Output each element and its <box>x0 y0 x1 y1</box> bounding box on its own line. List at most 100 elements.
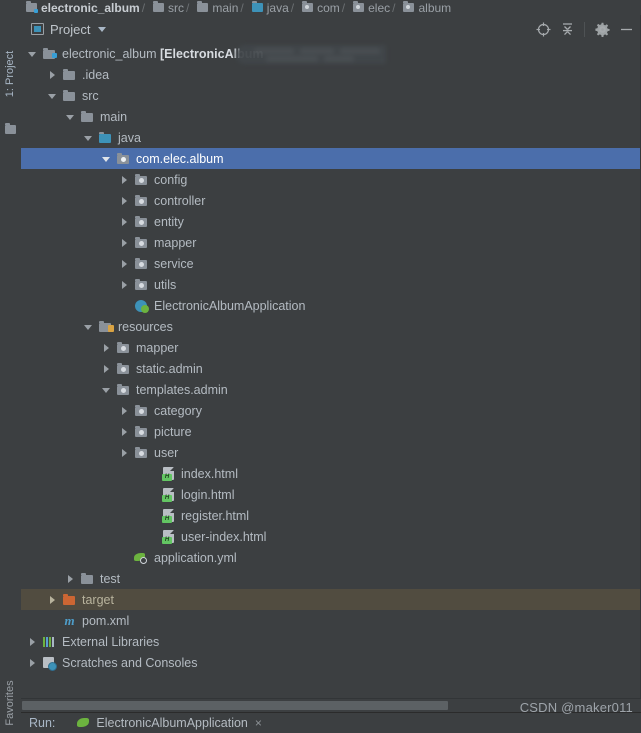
tree-node-register-html[interactable]: H register.html <box>21 505 641 526</box>
external-libraries-icon <box>42 634 57 649</box>
tree-node-label: picture <box>154 424 192 439</box>
chevron-right-icon[interactable] <box>119 405 131 417</box>
folder-icon <box>62 67 77 82</box>
tree-node-label: resources <box>118 319 173 334</box>
chevron-down-icon[interactable] <box>101 153 113 165</box>
source-root-folder-icon <box>26 1 38 13</box>
tree-node-java[interactable]: java <box>21 127 641 148</box>
chevron-right-icon[interactable] <box>27 636 39 648</box>
chevron-down-icon[interactable] <box>101 384 113 396</box>
tree-node-idea[interactable]: .idea <box>21 64 641 85</box>
tree-node-entity[interactable]: entity <box>21 211 641 232</box>
breadcrumb-item-com[interactable]: com <box>302 0 340 15</box>
chevron-right-icon[interactable] <box>27 657 39 669</box>
project-view-selector[interactable]: Project <box>31 22 107 37</box>
tree-node-label: java <box>118 130 141 145</box>
breadcrumb-item-src[interactable]: src <box>153 0 184 15</box>
breadcrumb-item-elec[interactable]: elec <box>353 0 390 15</box>
settings-button[interactable] <box>591 18 613 40</box>
project-tree[interactable]: electronic_album [ElectronicAlbum .idea … <box>21 43 641 698</box>
run-configuration-tab[interactable]: ElectronicAlbumApplication × <box>77 716 262 730</box>
tree-node-resources[interactable]: resources <box>21 316 641 337</box>
chevron-right-icon[interactable] <box>119 447 131 459</box>
left-tool-strip: 1: Project Favorites <box>0 15 22 733</box>
tree-node-service[interactable]: service <box>21 253 641 274</box>
maven-pom-file-icon: m <box>64 613 75 628</box>
chevron-right-icon[interactable] <box>119 237 131 249</box>
breadcrumb-item-album[interactable]: album <box>403 0 451 15</box>
tree-node-test[interactable]: test <box>21 568 641 589</box>
breadcrumb-separator: / <box>290 0 295 15</box>
chevron-right-icon[interactable] <box>101 363 113 375</box>
tree-node-scratches-and-consoles[interactable]: Scratches and Consoles <box>21 652 641 673</box>
java-source-folder-icon <box>98 130 113 145</box>
chevron-right-icon[interactable] <box>119 258 131 270</box>
package-icon <box>134 445 149 460</box>
watermark: CSDN @maker011 <box>519 700 633 715</box>
tree-node-static-admin[interactable]: static.admin <box>21 358 641 379</box>
html-file-icon: H <box>161 508 176 523</box>
chevron-down-icon[interactable] <box>83 132 95 144</box>
java-source-folder-icon <box>251 1 263 12</box>
breadcrumb-separator: / <box>141 0 146 15</box>
tree-node-label: controller <box>154 193 206 208</box>
hide-button[interactable] <box>615 18 637 40</box>
tree-node-index-html[interactable]: H index.html <box>21 463 641 484</box>
package-icon <box>134 256 149 271</box>
chevron-right-icon[interactable] <box>119 195 131 207</box>
chevron-down-icon[interactable] <box>47 90 59 102</box>
tree-node-label: config <box>154 172 188 187</box>
sidebar-tab-project-label: 1: Project <box>4 50 16 98</box>
sidebar-tab-favorites-label: Favorites <box>4 680 16 726</box>
tree-node-src[interactable]: src <box>21 85 641 106</box>
chevron-right-icon[interactable] <box>119 216 131 228</box>
chevron-right-icon[interactable] <box>119 174 131 186</box>
tree-node-login-html[interactable]: H login.html <box>21 484 641 505</box>
chevron-right-icon[interactable] <box>101 342 113 354</box>
chevron-right-icon[interactable] <box>119 279 131 291</box>
breadcrumb: electronic_album / src / main / java / c… <box>0 0 641 16</box>
horizontal-scrollbar-thumb[interactable] <box>22 701 448 710</box>
collapse-all-button[interactable] <box>556 18 578 40</box>
folder-icon <box>62 88 77 103</box>
tree-node-resources-mapper[interactable]: mapper <box>21 337 641 358</box>
tree-node-label: mapper <box>154 235 197 250</box>
sidebar-tab-project[interactable]: 1: Project <box>0 33 21 119</box>
breadcrumb-label: main <box>212 0 239 15</box>
select-opened-file-button[interactable] <box>532 18 554 40</box>
sidebar-tab-favorites[interactable]: Favorites <box>0 677 21 733</box>
tree-node-pom-xml[interactable]: m pom.xml <box>21 610 641 631</box>
chevron-right-icon[interactable] <box>47 69 59 81</box>
chevron-down-icon[interactable] <box>83 321 95 333</box>
tree-node-user[interactable]: user <box>21 442 641 463</box>
breadcrumb-item-java[interactable]: java <box>251 0 289 15</box>
spring-boot-run-icon <box>77 717 90 729</box>
package-icon <box>134 424 149 439</box>
chevron-down-icon[interactable] <box>65 111 77 123</box>
tree-node-application-yml[interactable]: application.yml <box>21 547 641 568</box>
chevron-right-icon[interactable] <box>47 594 59 606</box>
close-icon[interactable]: × <box>255 716 262 730</box>
gear-icon <box>594 22 610 37</box>
tree-node-controller[interactable]: controller <box>21 190 641 211</box>
chevron-down-icon[interactable] <box>27 48 39 60</box>
chevron-down-icon[interactable] <box>98 26 107 32</box>
tree-node-electronic-album-application[interactable]: ElectronicAlbumApplication <box>21 295 641 316</box>
tree-node-templates-admin[interactable]: templates.admin <box>21 379 641 400</box>
chevron-right-icon[interactable] <box>119 426 131 438</box>
tree-node-category[interactable]: category <box>21 400 641 421</box>
tree-node-target[interactable]: target <box>21 589 641 610</box>
tree-node-external-libraries[interactable]: External Libraries <box>21 631 641 652</box>
tree-node-mapper-java[interactable]: mapper <box>21 232 641 253</box>
tree-node-picture[interactable]: picture <box>21 421 641 442</box>
tree-node-main[interactable]: main <box>21 106 641 127</box>
chevron-right-icon[interactable] <box>65 573 77 585</box>
tree-node-utils[interactable]: utils <box>21 274 641 295</box>
tree-node-label: application.yml <box>154 550 237 565</box>
breadcrumb-item-electronic_album[interactable]: electronic_album <box>26 0 140 15</box>
tree-node-com-elec-album[interactable]: com.elec.album <box>21 148 641 169</box>
run-tool-window-bar: Run: ElectronicAlbumApplication × <box>21 713 641 733</box>
breadcrumb-item-main[interactable]: main <box>197 0 238 15</box>
tree-node-user-index-html[interactable]: H user-index.html <box>21 526 641 547</box>
tree-node-config[interactable]: config <box>21 169 641 190</box>
